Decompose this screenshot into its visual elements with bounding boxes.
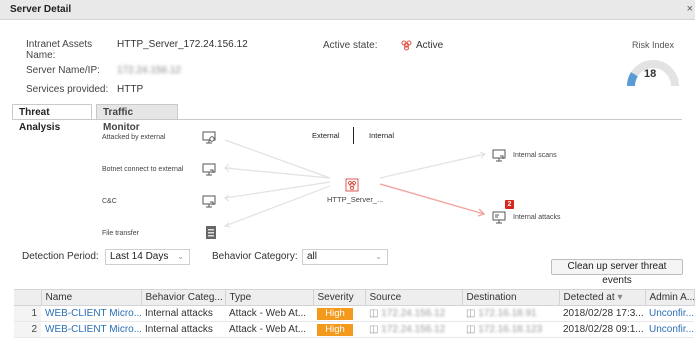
severity-cell: High: [313, 305, 365, 322]
column-header-detected-at[interactable]: Detected at ▾: [559, 289, 646, 306]
monitor-bug-icon: [202, 131, 216, 144]
row-number: 2: [14, 321, 41, 338]
destination-cell: ◫ 172.16.18.123: [462, 321, 559, 338]
sort-desc-icon: ▾: [617, 292, 623, 303]
arrow-botnet: [223, 163, 231, 173]
monitor-command-icon: [202, 195, 216, 208]
server-name-label: Server Name/IP:: [26, 65, 100, 76]
tab-traffic-monitor[interactable]: Traffic Monitor: [96, 104, 178, 133]
services-value: HTTP: [117, 84, 144, 95]
diagram-label-internal-scans: Internal scans: [513, 152, 557, 159]
flow-line-attacked: [224, 139, 331, 179]
column-header-name[interactable]: Name: [41, 289, 142, 306]
tab-threat-analysis[interactable]: Threat Analysis: [12, 104, 92, 133]
detection-period-label: Detection Period:: [22, 251, 99, 262]
server-biohazard-icon: [345, 178, 359, 192]
row-number: 1: [14, 305, 41, 322]
event-name-link[interactable]: WEB-CLIENT Micro...: [45, 308, 141, 319]
source-cell: ◫ 172.24.156.12: [365, 321, 462, 338]
internal-attacks-count-badge: 2: [505, 200, 514, 209]
monitor-scan-icon: [492, 149, 506, 162]
column-header-admin-action[interactable]: Admin A...: [645, 289, 695, 306]
diagram-label-internal-attacks: Internal attacks: [513, 214, 561, 221]
diagram-label-cnc: C&C: [102, 198, 117, 205]
severity-badge: High: [317, 323, 353, 336]
flow-line-internal-scans: [379, 153, 486, 179]
table-row[interactable]: 1 WEB-CLIENT Micro... Internal attacks A…: [14, 305, 694, 322]
host-icon: ◫: [466, 308, 476, 319]
window-title: Server Detail: [10, 4, 72, 15]
active-state-label: Active state:: [323, 40, 378, 51]
intranet-assets-label: Intranet Assets Name:: [26, 39, 93, 61]
severity-badge: High: [317, 307, 353, 320]
behavior-category-cell: Internal attacks: [141, 321, 225, 338]
cleanup-threat-events-button[interactable]: Clean up server threat events: [551, 259, 683, 286]
flow-line-internal-attacks: [379, 183, 485, 215]
active-state-value: Active: [416, 40, 444, 51]
biohazard-icon: [401, 39, 412, 51]
flow-line-file-transfer: [224, 185, 331, 227]
admin-action-link[interactable]: Unconfir...: [649, 324, 694, 335]
type-cell: Attack - Web At...: [225, 321, 313, 338]
center-server-label: HTTP_Server_...: [327, 195, 384, 204]
event-name-link[interactable]: WEB-CLIENT Micro...: [45, 324, 141, 335]
destination-cell: ◫ 172.16.18.91: [462, 305, 559, 322]
segment-external[interactable]: External: [312, 131, 340, 140]
table-header-row: Name Behavior Categ... Type Severity Sou…: [14, 289, 695, 306]
host-icon: ◫: [369, 308, 379, 319]
behavior-category-cell: Internal attacks: [141, 305, 225, 322]
host-icon: ◫: [466, 324, 476, 335]
behavior-category-label: Behavior Category:: [212, 251, 298, 262]
server-name-value: 172.24.156.12: [117, 65, 181, 76]
column-header-index: [14, 289, 42, 306]
detected-at-cell: 2018/02/28 17:3...: [559, 305, 645, 322]
diagram-label-botnet: Botnet connect to external: [102, 166, 184, 173]
flow-line-cnc: [224, 181, 331, 199]
threat-events-table: Name Behavior Categ... Type Severity Sou…: [14, 289, 695, 338]
close-icon[interactable]: ×: [687, 3, 693, 15]
risk-index-label: Risk Index: [632, 40, 675, 50]
column-header-source[interactable]: Source: [365, 289, 463, 306]
source-cell: ◫ 172.24.156.12: [365, 305, 462, 322]
flow-line-botnet: [224, 167, 331, 179]
type-cell: Attack - Web At...: [225, 305, 313, 322]
monitor-link-icon: [202, 163, 216, 176]
file-icon: [206, 226, 216, 239]
admin-action-link[interactable]: Unconfir...: [649, 308, 694, 319]
chevron-down-icon: ⌄: [375, 252, 382, 261]
risk-index-value: 18: [644, 68, 657, 80]
detection-period-select[interactable]: Last 14 Days ⌄: [105, 249, 190, 265]
column-header-type[interactable]: Type: [225, 289, 314, 306]
severity-cell: High: [313, 321, 365, 338]
table-row[interactable]: 2 WEB-CLIENT Micro... Internal attacks A…: [14, 321, 694, 338]
detected-at-cell: 2018/02/28 09:1...: [559, 321, 645, 338]
services-label: Services provided:: [26, 84, 109, 95]
behavior-category-select[interactable]: all ⌄: [302, 249, 388, 265]
intranet-assets-value: HTTP_Server_172.24.156.12: [117, 39, 248, 50]
column-header-behavior-category[interactable]: Behavior Categ...: [141, 289, 226, 306]
monitor-attack-icon: [492, 211, 506, 224]
column-header-destination[interactable]: Destination: [462, 289, 560, 306]
diagram-label-file-transfer: File transfer: [102, 230, 139, 237]
host-icon: ◫: [369, 324, 379, 335]
chevron-down-icon: ⌄: [177, 252, 184, 261]
window-titlebar: Server Detail ×: [0, 0, 695, 20]
column-header-severity[interactable]: Severity: [313, 289, 366, 306]
segment-divider: [353, 127, 354, 144]
segment-internal[interactable]: Internal: [369, 131, 394, 140]
diagram-label-attacked: Attacked by external: [102, 134, 166, 141]
